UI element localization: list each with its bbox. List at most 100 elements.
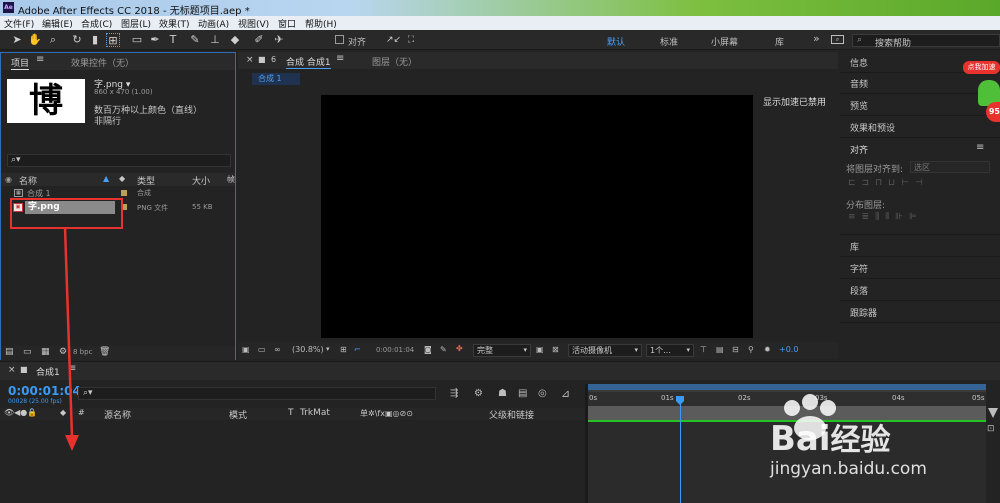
pen-tool-icon[interactable]: ✒ xyxy=(148,33,162,47)
puppet-tool-icon[interactable]: ✈ xyxy=(272,33,286,47)
distribute-buttons[interactable]: ≡≣⫼⫴⊪⊫ xyxy=(848,212,923,222)
speedup-badge[interactable]: 点我加速 xyxy=(963,61,1000,74)
transparency-grid-icon[interactable]: ⊠ xyxy=(552,345,559,354)
workspace-library[interactable]: 库 xyxy=(775,35,784,48)
fast-previews-icon[interactable]: ▤ xyxy=(716,345,724,354)
tab-timeline-comp[interactable]: 合成1 xyxy=(36,365,60,378)
rectangle-tool-icon[interactable]: ▭ xyxy=(130,33,144,47)
shy-layers-icon[interactable]: ☗ xyxy=(498,388,507,399)
panel-paragraph[interactable]: 段落 xyxy=(850,284,868,297)
menu-effect[interactable]: 效果(T) xyxy=(159,17,190,30)
project-search-field[interactable]: ⌕▾ xyxy=(7,154,231,167)
column-switches[interactable]: 单✲\fx▣◎⊘⊙ xyxy=(360,408,413,419)
panel-tracker[interactable]: 跟踪器 xyxy=(850,306,877,319)
label-swatch[interactable] xyxy=(121,190,127,196)
menu-composition[interactable]: 合成(C) xyxy=(81,17,112,30)
panel-audio[interactable]: 音频 xyxy=(850,77,868,90)
mask-visibility-icon[interactable]: ⌐ xyxy=(354,345,361,354)
zoom-slider-handle[interactable] xyxy=(988,408,998,418)
exposure-value[interactable]: +0.0 xyxy=(779,345,798,354)
interpret-footage-icon[interactable]: ▤ xyxy=(5,347,14,357)
frame-blending-icon[interactable]: ▤ xyxy=(518,388,527,399)
workspace-overflow[interactable]: » xyxy=(813,32,820,45)
comp-breadcrumb-tab[interactable]: 合成 1 xyxy=(252,73,300,85)
magnification[interactable]: (30.8%) xyxy=(292,345,324,354)
close-icon[interactable]: × xyxy=(8,365,16,375)
monitor-icon[interactable]: ▭ xyxy=(258,345,266,354)
flowchart-icon[interactable]: ⚲ xyxy=(748,345,754,354)
reset-exposure-icon[interactable]: ✹ xyxy=(764,345,771,354)
brush-tool-icon[interactable]: ✎ xyxy=(188,33,202,47)
menu-layer[interactable]: 图层(L) xyxy=(121,17,151,30)
search-help-field[interactable]: ⌕ 搜索帮助 xyxy=(852,34,1000,49)
type-tool-icon[interactable]: T xyxy=(166,33,180,47)
workspace-standard[interactable]: 标准 xyxy=(660,35,678,48)
project-menu-icon[interactable]: ≡ xyxy=(36,54,44,65)
panel-effects-presets[interactable]: 效果和预设 xyxy=(850,121,895,134)
toggle-pixel-aspect-icon[interactable]: ⊤ xyxy=(700,345,707,354)
sort-ascending-icon[interactable]: ▲ xyxy=(103,174,109,183)
snap-options-icon[interactable]: ⛶ xyxy=(404,33,418,47)
pan-behind-tool-icon[interactable]: ⊞ xyxy=(106,33,120,47)
views-select[interactable]: 1个... ▾ xyxy=(646,344,694,357)
viewer-timecode[interactable]: 0:00:01:04 xyxy=(376,346,414,354)
align-to-select[interactable]: 选区 xyxy=(910,161,990,173)
column-frame-rate[interactable]: 帧 xyxy=(227,174,235,185)
clone-stamp-tool-icon[interactable]: ⊥ xyxy=(208,33,222,47)
region-of-interest-icon[interactable]: ▣ xyxy=(536,345,544,354)
always-preview-icon[interactable]: ▣ xyxy=(242,345,250,354)
menu-window[interactable]: 窗口 xyxy=(278,17,296,30)
dropdown-arrow-icon[interactable]: ▾ xyxy=(326,345,330,353)
tab-composition[interactable]: 合成 合成1 xyxy=(286,55,331,69)
search-help-icon[interactable]: ⌕ xyxy=(831,35,844,44)
column-source-name[interactable]: 源名称 xyxy=(104,408,131,421)
menu-file[interactable]: 文件(F) xyxy=(4,17,34,30)
vr-goggles-icon[interactable]: ∞ xyxy=(274,345,281,354)
delete-icon[interactable]: 🗑 xyxy=(99,347,110,357)
comp-mini-flowchart-icon[interactable]: ⇶ xyxy=(450,388,458,399)
panel-character[interactable]: 字符 xyxy=(850,262,868,275)
lock-icon[interactable]: ■ xyxy=(20,365,28,374)
graph-editor-icon[interactable]: ⊿ xyxy=(561,387,570,400)
work-area-bar[interactable] xyxy=(588,384,986,392)
column-t[interactable]: T xyxy=(288,408,294,418)
workspace-small-screen[interactable]: 小屏幕 xyxy=(711,35,738,48)
lock-icon[interactable]: ■ xyxy=(258,55,266,64)
rotate-tool-icon[interactable]: ↻ xyxy=(70,33,84,47)
new-folder-icon[interactable]: ▭ xyxy=(23,347,32,357)
snapshot-icon[interactable]: ◙ xyxy=(424,345,432,354)
align-menu-icon[interactable]: ≡ xyxy=(976,142,984,153)
draft-3d-icon[interactable]: ⚙ xyxy=(474,388,483,399)
column-size[interactable]: 大小 xyxy=(192,174,210,187)
channel-icon[interactable]: ✤ xyxy=(456,344,463,353)
hand-tool-icon[interactable]: ✋ xyxy=(28,33,42,47)
new-composition-icon[interactable]: ▦ xyxy=(41,347,50,357)
motion-blur-icon[interactable]: ◎ xyxy=(538,388,547,399)
menu-edit[interactable]: 编辑(E) xyxy=(42,17,73,30)
selection-tool-icon[interactable]: ➤ xyxy=(10,33,24,47)
roto-brush-tool-icon[interactable]: ✐ xyxy=(252,33,266,47)
snap-icon[interactable]: ↗↙ xyxy=(386,33,401,47)
safe-margins-icon[interactable]: ⊞ xyxy=(340,345,347,354)
workspace-default[interactable]: 默认 xyxy=(607,35,625,48)
comp-button-icon[interactable]: ⊡ xyxy=(987,424,995,434)
eraser-tool-icon[interactable]: ◆ xyxy=(228,33,242,47)
column-trkmat[interactable]: TrkMat xyxy=(300,408,330,418)
tab-project[interactable]: 项目 xyxy=(11,56,30,70)
menu-view[interactable]: 视图(V) xyxy=(238,17,269,30)
column-mode[interactable]: 模式 xyxy=(229,408,247,421)
timeline-search-field[interactable]: ⌕▾ xyxy=(78,387,436,400)
camera-select[interactable]: 活动摄像机 ▾ xyxy=(568,344,642,357)
work-area-range[interactable] xyxy=(588,384,986,390)
column-name[interactable]: 名称 xyxy=(19,174,37,187)
comp-menu-icon[interactable]: ≡ xyxy=(336,53,344,64)
zoom-tool-icon[interactable]: ⌕ xyxy=(46,33,60,47)
composition-viewer[interactable] xyxy=(321,95,753,338)
tab-effect-controls[interactable]: 效果控件（无） xyxy=(71,56,134,69)
menu-animation[interactable]: 动画(A) xyxy=(198,17,229,30)
tab-layer[interactable]: 图层（无） xyxy=(372,55,417,68)
close-icon[interactable]: × xyxy=(246,55,254,65)
camera-tool-icon[interactable]: ▮ xyxy=(88,33,102,47)
panel-info[interactable]: 信息 xyxy=(850,56,868,69)
align-checkbox[interactable] xyxy=(335,35,344,44)
